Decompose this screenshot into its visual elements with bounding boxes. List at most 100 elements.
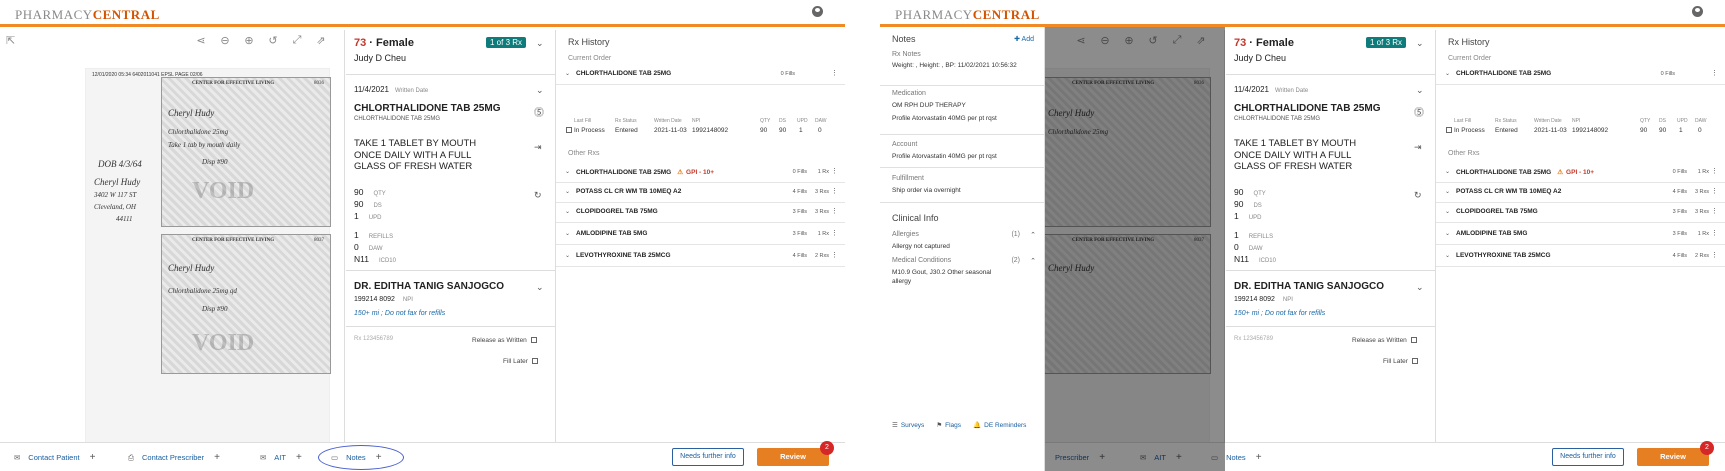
chevron-down-icon[interactable]: ⌄ — [1445, 230, 1450, 237]
drug-name: CHLORTHALIDONE TAB 25MG — [354, 103, 501, 114]
rotate-icon[interactable]: ↺ — [266, 34, 280, 47]
checkbox[interactable] — [566, 127, 572, 133]
rx-history-panel: Rx History Current Order ⌄ CHLORTHALIDON… — [1436, 30, 1725, 442]
ait-button[interactable]: ✉ AIT + — [260, 452, 302, 463]
more-icon[interactable]: ⋮ — [831, 207, 838, 215]
flags-link[interactable]: ⚑ Flags — [936, 421, 961, 429]
ds-field: 90 DS — [354, 199, 382, 209]
surveys-link[interactable]: ☰ Surveys — [892, 421, 924, 429]
rx-history-row[interactable]: ⌄ POTASS CL CR WM TB 10MEQ A2 4 Fills 3 … — [1436, 183, 1725, 203]
chevron-down-icon[interactable]: ⌄ — [565, 230, 570, 237]
contact-prescriber-button[interactable]: ⎙ Contact Prescriber + — [128, 452, 220, 463]
checkbox[interactable] — [1410, 337, 1417, 344]
reminders-link[interactable]: 🔔 DE Reminders — [973, 421, 1026, 429]
more-icon[interactable]: ⋮ — [831, 229, 838, 237]
notes-footer: ☰ Surveys ⚑ Flags 🔔 DE Reminders — [892, 421, 1026, 429]
more-icon[interactable]: ⋮ — [831, 167, 838, 175]
chevron-down-icon[interactable]: ⌄ — [565, 188, 570, 195]
more-icon[interactable]: ⋮ — [1711, 229, 1718, 237]
chevron-up-icon[interactable]: ⌃ — [1030, 257, 1036, 265]
modal-overlay[interactable] — [1045, 27, 1225, 471]
more-icon[interactable]: ⋮ — [1711, 251, 1718, 259]
checkbox[interactable] — [1411, 358, 1418, 365]
zoom-in-icon[interactable]: ⊕ — [242, 34, 256, 47]
rx-count-badge: 1 of 3 Rx — [486, 37, 527, 48]
expand-icon[interactable]: ⤢ — [290, 34, 304, 47]
qty-field: 90 QTY — [1234, 187, 1266, 197]
top-bar: PHARMACYCENTRAL — [880, 0, 1725, 27]
fill-later[interactable]: Fill Later — [1383, 358, 1418, 365]
written-date: 11/4/2021 Written Date — [354, 85, 429, 94]
chevron-down-icon[interactable]: ⌄ — [1445, 208, 1450, 215]
chevron-down-icon[interactable]: ⌄ — [565, 252, 570, 259]
notes-button[interactable]: ▭ Notes + — [331, 452, 382, 463]
chevron-down-icon[interactable]: ⌄ — [1445, 188, 1450, 195]
current-order-row[interactable]: ⌄ CHLORTHALIDONE TAB 25MG 0 Fills ⋮ — [556, 65, 845, 85]
chevron-down-icon[interactable]: ⌄ — [565, 168, 570, 175]
rx-history-row[interactable]: ⌄ AMLODIPINE TAB 5MG 3 Fills 1 Rx ⋮ — [1436, 225, 1725, 245]
rx-history-row[interactable]: ⌄ LEVOTHYROXINE TAB 25MCG 4 Fills 2 Rxs … — [556, 247, 845, 267]
zoom-out-icon[interactable]: ⊖ — [218, 34, 232, 47]
info-icon[interactable]: ⓹ — [1414, 104, 1424, 119]
chevron-down-icon[interactable]: ⌄ — [536, 85, 544, 96]
rx-history-row[interactable]: ⌄ CHLORTHALIDONE TAB 25MG ⚠ GPI - 10+ 0 Fi… — [556, 163, 845, 183]
chevron-down-icon[interactable]: ⌄ — [565, 70, 570, 77]
more-icon[interactable]: ⋮ — [831, 251, 838, 259]
refresh-icon[interactable]: ↻ — [1414, 190, 1422, 201]
chevron-down-icon[interactable]: ⌄ — [536, 282, 544, 293]
release-as-written[interactable]: Release as Written — [472, 337, 537, 344]
collapse-icon[interactable]: ⇱ — [6, 34, 15, 47]
more-icon[interactable]: ⋮ — [831, 187, 838, 195]
rx-history-row[interactable]: ⌄ AMLODIPINE TAB 5MG 3 Fills 1 Rx ⋮ — [556, 225, 845, 245]
chevron-down-icon[interactable]: ⌄ — [565, 208, 570, 215]
user-icon[interactable] — [1692, 6, 1703, 17]
needs-further-info-button[interactable]: Needs further info — [1552, 448, 1624, 466]
void-watermark: VOID — [192, 178, 255, 204]
rx-history-row[interactable]: ⌄ LEVOTHYROXINE TAB 25MCG 4 Fills 2 Rxs … — [1436, 247, 1725, 267]
checkbox[interactable] — [1446, 127, 1452, 133]
margin-note: 3402 W 117 ST — [94, 191, 137, 199]
current-order-label: Current Order — [568, 55, 612, 62]
chevron-up-icon[interactable]: ⌃ — [1030, 231, 1036, 239]
screen-right: PHARMACYCENTRAL Notes ✚ Add Rx Notes Wei… — [880, 0, 1725, 471]
add-note-button[interactable]: ✚ Add — [1014, 35, 1034, 43]
user-icon[interactable] — [812, 6, 823, 17]
margin-note: 44111 — [116, 215, 133, 223]
forward-icon[interactable]: ⇥ — [1414, 142, 1422, 153]
chevron-down-icon[interactable]: ⌄ — [1445, 168, 1450, 175]
more-icon[interactable]: ⋮ — [1711, 207, 1718, 215]
chevron-down-icon[interactable]: ⌄ — [1416, 85, 1424, 96]
needs-further-info-button[interactable]: Needs further info — [672, 448, 744, 466]
more-icon[interactable]: ⋮ — [1711, 69, 1718, 77]
chevron-down-icon[interactable]: ⌄ — [1416, 38, 1424, 49]
share-icon[interactable]: ⋖ — [194, 34, 208, 47]
refresh-icon[interactable]: ↻ — [534, 190, 542, 201]
checkbox[interactable] — [530, 337, 537, 344]
medication-label: Medication — [892, 90, 926, 97]
rx-notes-text: Weight: , Height: , BP: 11/02/2021 10:56… — [892, 62, 1017, 69]
rx-history-row[interactable]: ⌄ CLOPIDOGREL TAB 75MG 3 Fills 3 Rxs ⋮ — [556, 203, 845, 223]
warning-icon: ⚠ — [1557, 169, 1564, 176]
chevron-down-icon[interactable]: ⌄ — [536, 38, 544, 49]
review-button[interactable]: Review — [1637, 448, 1709, 466]
chevron-down-icon[interactable]: ⌄ — [1445, 70, 1450, 77]
checkbox[interactable] — [531, 358, 538, 365]
chevron-down-icon[interactable]: ⌄ — [1416, 282, 1424, 293]
rx-history-row[interactable]: ⌄ POTASS CL CR WM TB 10MEQ A2 4 Fills 3 … — [556, 183, 845, 203]
fill-later[interactable]: Fill Later — [503, 358, 538, 365]
export-icon[interactable]: ⇗ — [314, 34, 328, 47]
more-icon[interactable]: ⋮ — [831, 69, 838, 77]
contact-patient-button[interactable]: ✉ Contact Patient + — [14, 452, 95, 463]
more-icon[interactable]: ⋮ — [1711, 167, 1718, 175]
release-as-written[interactable]: Release as Written — [1352, 337, 1417, 344]
chevron-down-icon[interactable]: ⌄ — [1445, 252, 1450, 259]
current-order-row[interactable]: ⌄ CHLORTHALIDONE TAB 25MG 0 Fills ⋮ — [1436, 65, 1725, 85]
rx-history-row[interactable]: ⌄ CHLORTHALIDONE TAB 25MG ⚠ GPI - 10+ 0 Fi… — [1436, 163, 1725, 183]
forward-icon[interactable]: ⇥ — [534, 142, 542, 153]
more-icon[interactable]: ⋮ — [1711, 187, 1718, 195]
bottom-action-bar: ✉ Contact Patient + ⎙ Contact Prescriber + ✉… — [0, 441, 845, 471]
info-icon[interactable]: ⓹ — [534, 104, 544, 119]
review-button[interactable]: Review — [757, 448, 829, 466]
rx-count-badge: 1 of 3 Rx — [1366, 37, 1407, 48]
rx-history-row[interactable]: ⌄ CLOPIDOGREL TAB 75MG 3 Fills 3 Rxs ⋮ — [1436, 203, 1725, 223]
